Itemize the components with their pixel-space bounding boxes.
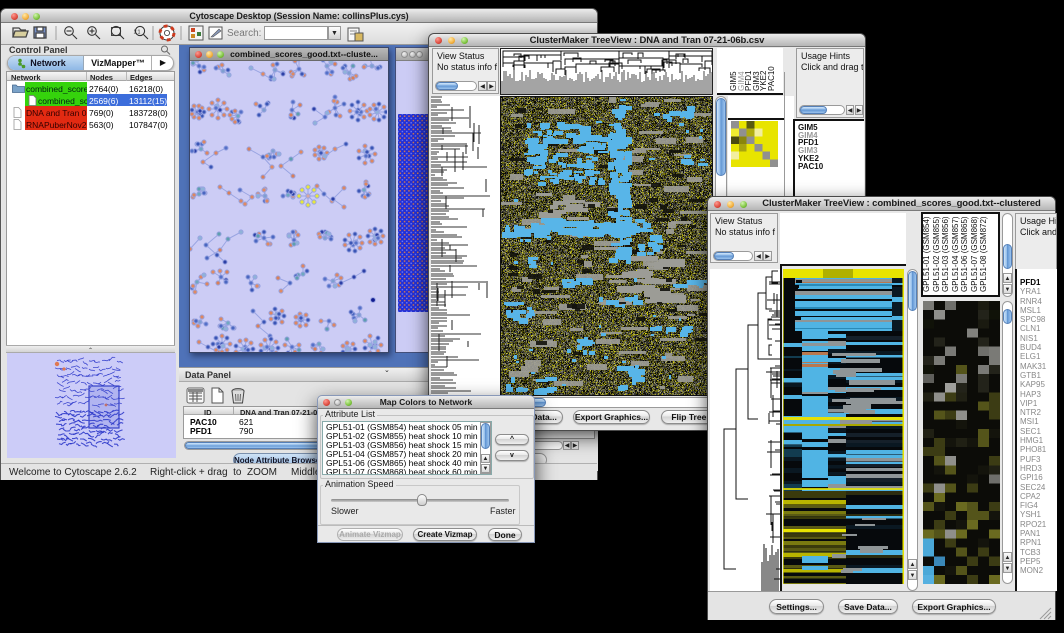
svg-text:1:1: 1:1 [134, 30, 141, 36]
